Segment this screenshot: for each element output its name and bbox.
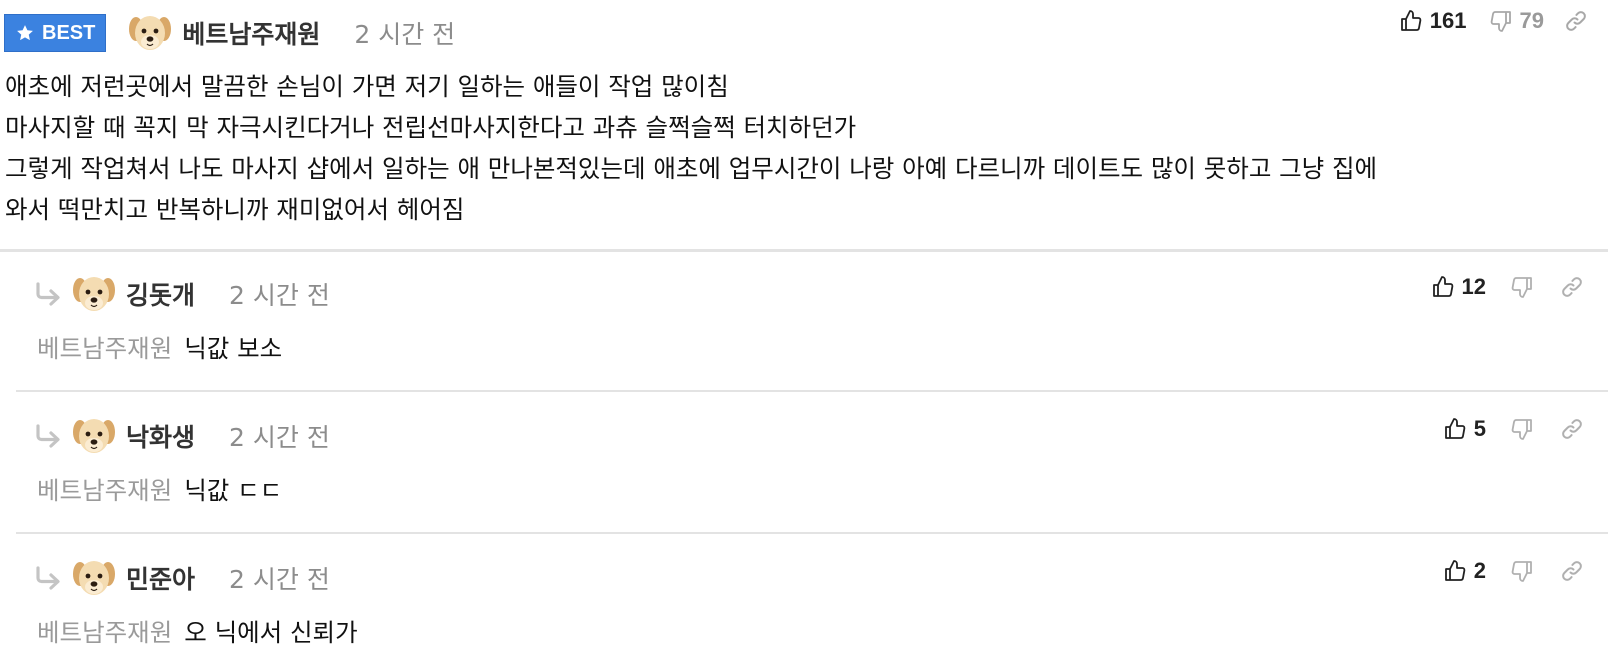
- avatar[interactable]: [70, 412, 118, 460]
- avatar[interactable]: [126, 9, 174, 57]
- comment-line: 마사지할 때 꼭지 막 자극시킨다거나 전립선마사지한다고 과츄 슬쩍슬쩍 터치…: [5, 113, 857, 142]
- like-count: 5: [1473, 416, 1486, 441]
- comment-header: BEST 베트남주재원 2 시간 전: [4, 6, 455, 60]
- comment-body: 애초에 저런곳에서 말끔한 손님이 가면 저기 일하는 애들이 작업 많이침 마…: [5, 66, 1605, 230]
- author-name[interactable]: 낙화생: [126, 418, 195, 454]
- avatar[interactable]: [70, 554, 118, 602]
- author-name[interactable]: 베트남주재원: [182, 15, 320, 51]
- reply-arrow-icon: [34, 282, 64, 306]
- like-button[interactable]: 2: [1443, 558, 1486, 584]
- reply-arrow-icon: [34, 424, 64, 448]
- timestamp: 2 시간 전: [229, 423, 330, 452]
- like-count: 161: [1429, 8, 1467, 33]
- like-count: 12: [1461, 274, 1486, 299]
- link-icon: [1560, 275, 1584, 299]
- dislike-button[interactable]: [1510, 275, 1534, 299]
- dislike-button[interactable]: 79: [1489, 8, 1544, 34]
- reply-header: 낙화생 2 시간 전: [34, 412, 330, 460]
- share-link-button[interactable]: [1560, 559, 1584, 583]
- mention[interactable]: 베트남주재원: [37, 476, 172, 505]
- best-badge-label: BEST: [42, 21, 96, 44]
- reply-item: 낙화생 2 시간 전 5 베트남주재원 닉값 ㄷㄷ: [16, 392, 1608, 534]
- thumbs-down-icon: [1510, 559, 1534, 583]
- link-icon: [1560, 559, 1584, 583]
- comment-line: 와서 떡만치고 반복하니까 재미없어서 헤어짐: [5, 195, 465, 224]
- comment-thread: BEST 베트남주재원 2 시간 전 161 79 애초에 저런곳에서 말끔한 …: [0, 0, 1608, 669]
- thumbs-up-icon: [1399, 9, 1423, 33]
- reply-text: 닉값 ㄷㄷ: [184, 476, 283, 505]
- thumbs-down-icon: [1510, 417, 1534, 441]
- author-name[interactable]: 깅돗개: [126, 276, 195, 312]
- dislike-button[interactable]: [1510, 559, 1534, 583]
- author-name[interactable]: 민준아: [126, 560, 195, 596]
- mention[interactable]: 베트남주재원: [37, 334, 172, 363]
- reply-text: 닉값 보소: [184, 334, 283, 363]
- star-icon: [17, 25, 33, 41]
- comment-actions: 161 79: [1399, 6, 1588, 36]
- dislike-count: 79: [1519, 8, 1544, 33]
- reply-body: 베트남주재원 닉값 ㄷㄷ: [37, 472, 282, 507]
- thumbs-down-icon: [1510, 275, 1534, 299]
- thumbs-up-icon: [1431, 275, 1455, 299]
- like-button[interactable]: 5: [1443, 416, 1486, 442]
- timestamp: 2 시간 전: [229, 565, 330, 594]
- reply-body: 베트남주재원 닉값 보소: [37, 330, 282, 365]
- share-link-button[interactable]: [1560, 417, 1584, 441]
- link-icon: [1564, 9, 1588, 33]
- mention[interactable]: 베트남주재원: [37, 618, 172, 647]
- reply-actions: 5: [1443, 414, 1584, 444]
- reply-item: 깅돗개 2 시간 전 12 베트남주재원 닉값 보소: [16, 250, 1608, 392]
- best-comment: BEST 베트남주재원 2 시간 전 161 79 애초에 저런곳에서 말끔한 …: [0, 0, 1608, 253]
- like-count: 2: [1473, 558, 1486, 583]
- dislike-button[interactable]: [1510, 417, 1534, 441]
- like-button[interactable]: 12: [1431, 274, 1486, 300]
- comment-line: 그렇게 작업쳐서 나도 마사지 샵에서 일하는 애 만나본적있는데 애초에 업무…: [5, 154, 1378, 183]
- reply-text: 오 닉에서 신뢰가: [184, 618, 358, 647]
- best-badge: BEST: [4, 14, 107, 52]
- reply-arrow-icon: [34, 566, 64, 590]
- avatar[interactable]: [70, 270, 118, 318]
- reply-actions: 12: [1431, 272, 1584, 302]
- reply-header: 깅돗개 2 시간 전: [34, 270, 330, 318]
- share-link-button[interactable]: [1560, 275, 1584, 299]
- link-icon: [1560, 417, 1584, 441]
- reply-actions: 2: [1443, 556, 1584, 586]
- like-button[interactable]: 161: [1399, 8, 1467, 34]
- reply-header: 민준아 2 시간 전: [34, 554, 330, 602]
- thumbs-up-icon: [1443, 559, 1467, 583]
- timestamp: 2 시간 전: [354, 20, 456, 49]
- thumbs-up-icon: [1443, 417, 1467, 441]
- reply-body: 베트남주재원 오 닉에서 신뢰가: [37, 614, 358, 649]
- reply-item: 민준아 2 시간 전 2 베트남주재원 오 닉에서 신뢰가: [16, 534, 1608, 669]
- thumbs-down-icon: [1489, 9, 1513, 33]
- timestamp: 2 시간 전: [229, 281, 330, 310]
- comment-line: 애초에 저런곳에서 말끔한 손님이 가면 저기 일하는 애들이 작업 많이침: [5, 72, 729, 101]
- share-link-button[interactable]: [1564, 9, 1588, 33]
